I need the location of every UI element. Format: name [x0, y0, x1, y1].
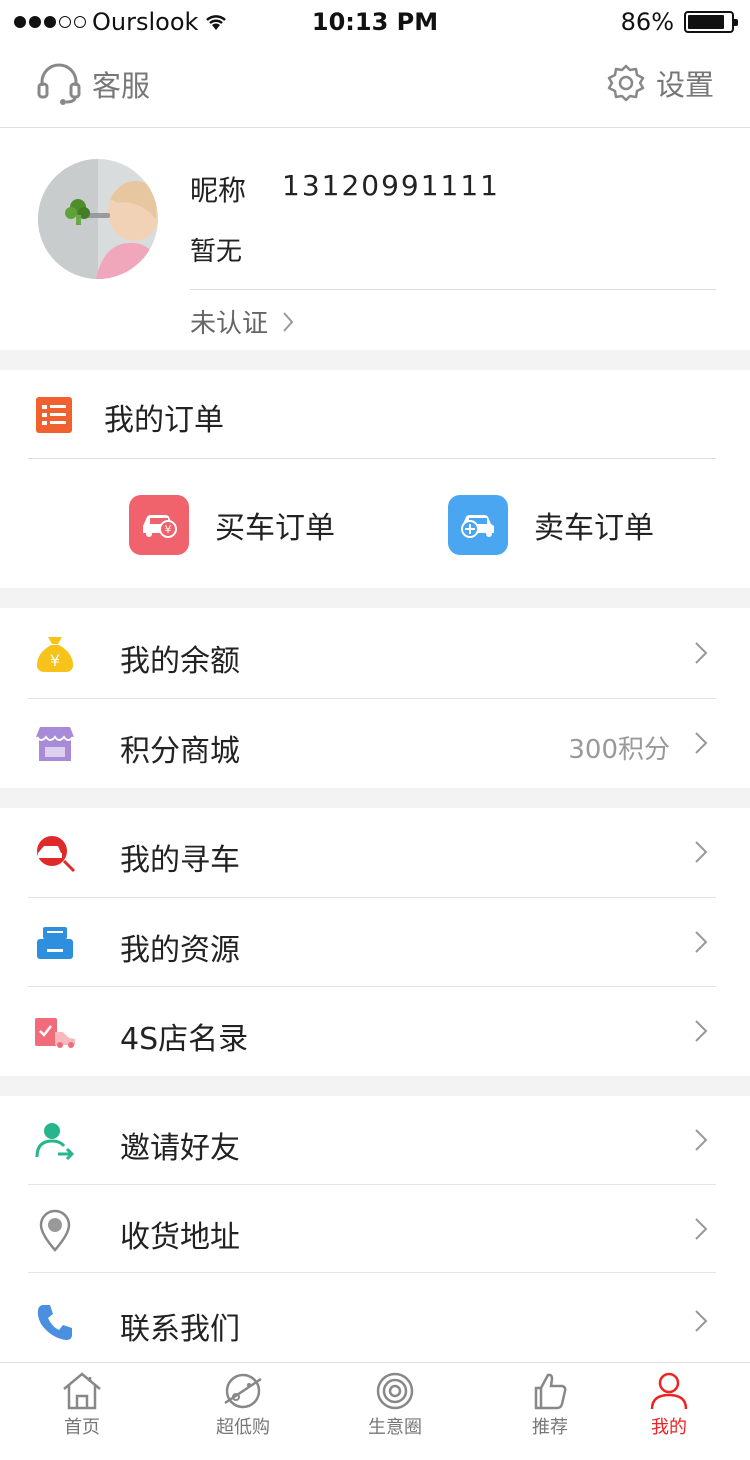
invite-user-icon [32, 1118, 78, 1164]
tab-mine-label: 我的 [651, 1417, 687, 1438]
chevron-right-icon [695, 841, 708, 863]
chevron-right-icon [695, 732, 708, 754]
battery-percent: 86% [620, 8, 674, 36]
verify-status-link[interactable]: 未认证 [190, 303, 294, 340]
bottom-tab-bar: 首页 超低购 生意圈 推荐 我的 [0, 1362, 750, 1460]
buy-car-orders-label: 买车订单 [215, 511, 335, 546]
chevron-right-icon [695, 1310, 708, 1332]
location-pin-icon [32, 1207, 78, 1253]
order-list-icon [36, 397, 72, 433]
shipping-address-row[interactable]: 收货地址 [0, 1185, 750, 1274]
avatar[interactable] [38, 159, 158, 279]
bio-text: 暂无 [190, 237, 243, 267]
section-gap [0, 350, 750, 370]
profile-card[interactable]: 昵称 13120991111 暂无 未认证 [0, 129, 750, 350]
sell-car-orders-label: 卖车订单 [534, 511, 654, 546]
tab-home-label: 首页 [64, 1417, 100, 1438]
buy-car-icon: ¥ [129, 495, 189, 555]
settings-button[interactable]: 设置 [606, 62, 714, 104]
battery-icon [684, 11, 738, 33]
chevron-right-icon [695, 1020, 708, 1042]
nickname-label: 昵称 [190, 174, 247, 207]
my-orders-title: 我的订单 [104, 403, 224, 438]
printer-icon [32, 920, 78, 966]
contact-us-row[interactable]: 联系我们 [0, 1277, 750, 1366]
svg-text:¥: ¥ [50, 651, 60, 670]
chevron-right-icon [695, 1129, 708, 1151]
dealer-directory-row[interactable]: 4S店名录 [0, 987, 750, 1076]
sell-car-orders-button[interactable]: 卖车订单 [448, 495, 654, 555]
tab-deals-label: 超低购 [216, 1417, 270, 1438]
tab-business-circle[interactable]: 生意圈 [340, 1371, 450, 1439]
car-search-icon [32, 830, 78, 876]
home-icon [63, 1372, 101, 1410]
tab-deals[interactable]: 超低购 [188, 1371, 298, 1439]
money-bag-icon: ¥ [32, 631, 78, 677]
invite-friends-label: 邀请好友 [120, 1131, 240, 1166]
chevron-right-icon [695, 1218, 708, 1240]
user-icon [650, 1372, 688, 1410]
tab-home[interactable]: 首页 [27, 1371, 137, 1439]
status-bar: Ourslook 10:13 PM 86% [0, 0, 750, 44]
tab-recommend-label: 推荐 [532, 1417, 568, 1438]
balance-row[interactable]: ¥ 我的余额 [0, 609, 750, 698]
chevron-right-icon [283, 311, 294, 332]
section-gap [0, 588, 750, 608]
phone-number: 13120991111 [282, 169, 500, 202]
my-orders-header[interactable]: 我的订单 [0, 370, 750, 459]
top-bar: 客服 设置 [0, 44, 750, 128]
planet-icon [224, 1373, 262, 1409]
headset-icon [37, 63, 81, 105]
divider [28, 458, 716, 459]
verify-status-label: 未认证 [190, 309, 269, 339]
store-icon [32, 721, 78, 767]
customer-service-label: 客服 [92, 69, 151, 103]
divider [28, 1272, 716, 1273]
find-car-label: 我的寻车 [120, 843, 240, 878]
points-value: 300积分 [568, 735, 670, 765]
shipping-address-label: 收货地址 [120, 1220, 240, 1255]
settings-label: 设置 [655, 68, 714, 102]
invite-friends-row[interactable]: 邀请好友 [0, 1096, 750, 1185]
tab-mine[interactable]: 我的 [614, 1371, 724, 1439]
thumbs-up-icon [534, 1373, 567, 1410]
resources-label: 我的资源 [120, 933, 240, 968]
nickname-row: 昵称 13120991111 [190, 169, 500, 209]
tab-recommend[interactable]: 推荐 [495, 1371, 605, 1439]
gear-icon [607, 64, 645, 102]
tab-business-circle-label: 生意圈 [368, 1417, 422, 1438]
find-car-row[interactable]: 我的寻车 [0, 808, 750, 897]
resources-row[interactable]: 我的资源 [0, 898, 750, 987]
chevron-right-icon [695, 931, 708, 953]
buy-car-orders-button[interactable]: ¥ 买车订单 [129, 495, 335, 555]
divider [190, 289, 716, 290]
contact-us-label: 联系我们 [120, 1312, 240, 1347]
svg-text:¥: ¥ [165, 523, 172, 536]
dealer-icon [32, 1009, 78, 1055]
sell-car-icon [448, 495, 508, 555]
chevron-right-icon [695, 642, 708, 664]
balance-label: 我的余额 [120, 644, 240, 679]
section-gap [0, 1076, 750, 1096]
points-mall-row[interactable]: 积分商城 300积分 [0, 699, 750, 788]
dealer-directory-label: 4S店名录 [120, 1022, 249, 1057]
customer-service-button[interactable]: 客服 [36, 62, 150, 106]
points-mall-label: 积分商城 [120, 734, 240, 769]
section-gap [0, 788, 750, 808]
phone-icon [32, 1299, 78, 1345]
concentric-circle-icon [376, 1372, 414, 1410]
